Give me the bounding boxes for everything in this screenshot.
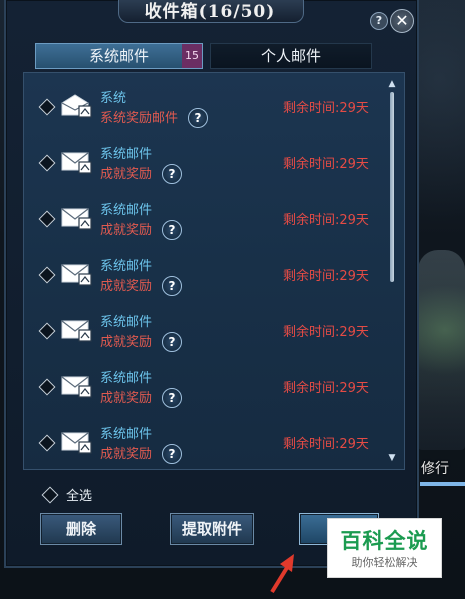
tab-personal-mail[interactable]: 个人邮件 bbox=[210, 43, 372, 69]
scene-label: 修行 bbox=[421, 461, 449, 477]
info-icon[interactable]: ? bbox=[188, 108, 208, 128]
watermark-subtitle: 助你轻松解决 bbox=[351, 556, 418, 569]
time-remaining: 剩余时间:29天 bbox=[283, 157, 369, 172]
info-icon[interactable]: ? bbox=[162, 388, 182, 408]
close-icon[interactable]: ✕ bbox=[390, 9, 414, 33]
mail-sender: 系统邮件 bbox=[100, 371, 153, 386]
select-all-label: 全选 bbox=[66, 489, 93, 504]
mail-subject: 成就奖励 bbox=[100, 391, 153, 406]
mail-select-checkbox[interactable] bbox=[38, 266, 56, 284]
scroll-down-icon[interactable]: ▼ bbox=[388, 454, 396, 463]
envelope-icon bbox=[61, 208, 92, 230]
help-icon[interactable]: ? bbox=[370, 12, 388, 30]
extract-attachments-button[interactable]: 提取附件 bbox=[170, 513, 254, 545]
mail-subject: 成就奖励 bbox=[100, 447, 153, 462]
envelope-icon bbox=[61, 152, 92, 174]
character-figure bbox=[418, 250, 465, 450]
mail-sender: 系统邮件 bbox=[100, 315, 153, 330]
mail-row[interactable]: 系统邮件成就奖励? 剩余时间:29天 bbox=[24, 249, 384, 299]
envelope-icon bbox=[61, 320, 92, 342]
mail-subject: 成就奖励 bbox=[100, 279, 153, 294]
time-remaining: 剩余时间:29天 bbox=[283, 381, 369, 396]
mail-sender: 系统 bbox=[100, 91, 127, 106]
mail-row[interactable]: 系统邮件成就奖励? 剩余时间:29天 bbox=[24, 305, 384, 355]
time-remaining: 剩余时间:29天 bbox=[283, 213, 369, 228]
mail-sender: 系统邮件 bbox=[100, 203, 153, 218]
mail-select-checkbox[interactable] bbox=[38, 98, 56, 116]
mail-row[interactable]: 系统邮件成就奖励? 剩余时间:29天 bbox=[24, 137, 384, 187]
mail-row[interactable]: 系统邮件成就奖励? 剩余时间:29天 bbox=[24, 417, 384, 467]
mail-subject: 成就奖励 bbox=[100, 167, 153, 182]
mail-subject: 系统奖励邮件 bbox=[100, 111, 179, 126]
scrollbar[interactable]: ▲ ▼ bbox=[388, 80, 396, 463]
scene-progress-bar bbox=[420, 482, 465, 486]
time-remaining: 剩余时间:29天 bbox=[283, 269, 369, 284]
scroll-up-icon[interactable]: ▲ bbox=[388, 80, 396, 89]
scroll-thumb[interactable] bbox=[390, 92, 394, 282]
mail-row[interactable]: 系统邮件成就奖励? 剩余时间:29天 bbox=[24, 193, 384, 243]
mail-select-checkbox[interactable] bbox=[38, 434, 56, 452]
time-remaining: 剩余时间:29天 bbox=[283, 437, 369, 452]
envelope-icon bbox=[61, 432, 92, 454]
window-title: 收件箱(16/50) bbox=[144, 2, 276, 22]
mail-subject: 成就奖励 bbox=[100, 335, 153, 350]
mail-row[interactable]: 系统邮件成就奖励? 剩余时间:29天 bbox=[24, 361, 384, 411]
info-icon[interactable]: ? bbox=[162, 276, 182, 296]
time-remaining: 剩余时间:29天 bbox=[283, 101, 369, 116]
delete-button[interactable]: 删除 bbox=[40, 513, 122, 545]
info-icon[interactable]: ? bbox=[162, 332, 182, 352]
mail-sender: 系统邮件 bbox=[100, 427, 153, 442]
red-arrow-icon bbox=[270, 554, 294, 594]
watermark-logo: 百科全说 助你轻松解决 bbox=[327, 518, 442, 578]
info-icon[interactable]: ? bbox=[162, 164, 182, 184]
info-icon[interactable]: ? bbox=[162, 220, 182, 240]
mail-select-checkbox[interactable] bbox=[38, 154, 56, 172]
time-remaining: 剩余时间:29天 bbox=[283, 325, 369, 340]
mail-subject: 成就奖励 bbox=[100, 223, 153, 238]
watermark-title: 百科全说 bbox=[340, 529, 429, 553]
tab-system-mail[interactable]: 系统邮件 15 bbox=[35, 43, 203, 69]
mail-select-checkbox[interactable] bbox=[38, 210, 56, 228]
mail-sender: 系统邮件 bbox=[100, 259, 153, 274]
open-envelope-icon bbox=[61, 94, 92, 118]
tab-label: 系统邮件 bbox=[88, 47, 149, 65]
mail-select-checkbox[interactable] bbox=[38, 378, 56, 396]
mail-row[interactable]: 系统系统奖励邮件? 剩余时间:29天 bbox=[24, 81, 384, 131]
tab-label: 个人邮件 bbox=[260, 47, 321, 65]
mail-list: 系统 系统奖励邮件? 剩余时间:29天 系统邮件 成就奖励? 剩余时间:29天 系统邮件 成就… bbox=[23, 72, 405, 470]
mail-select-checkbox[interactable] bbox=[38, 322, 56, 340]
envelope-icon bbox=[61, 264, 92, 286]
envelope-icon bbox=[61, 376, 92, 398]
info-icon[interactable]: ? bbox=[162, 444, 182, 464]
mail-sender: 系统邮件 bbox=[100, 147, 153, 162]
unread-count-badge: 15 bbox=[182, 44, 202, 68]
